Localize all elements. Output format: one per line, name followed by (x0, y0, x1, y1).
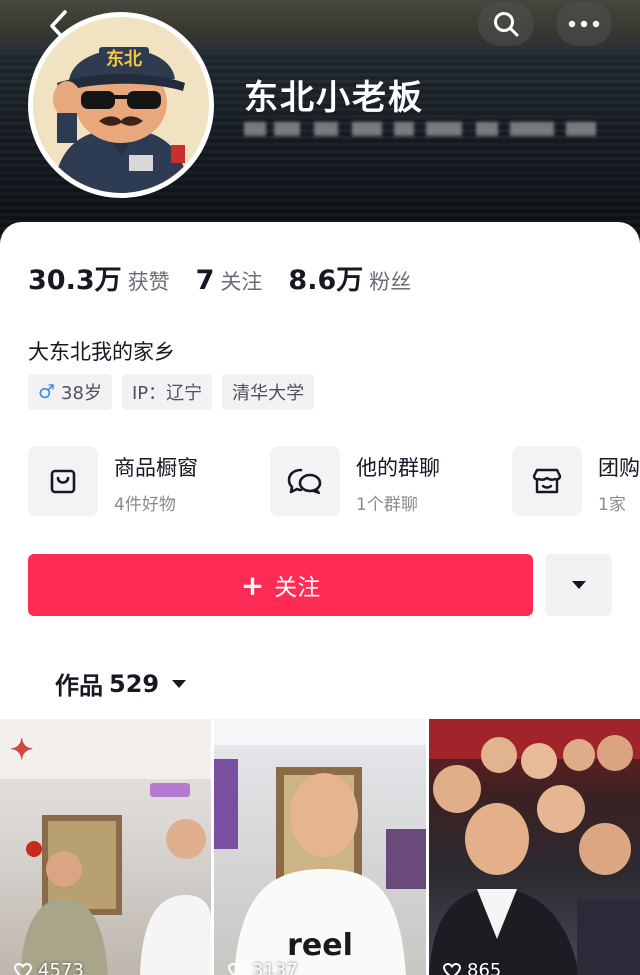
avatar[interactable]: 东北 (28, 12, 214, 198)
like-count: 865 (467, 960, 502, 975)
video-cover-image: reel (214, 719, 426, 975)
following-label: 关注 (220, 270, 263, 294)
services-row: 商品橱窗 4件好物 他的群聊 1个群聊 团购 1家 (28, 446, 640, 520)
works-label: 作品 (55, 672, 103, 700)
service-subtitle: 4件好物 (114, 495, 176, 515)
service-group-buy[interactable]: 团购 1家 (512, 446, 640, 518)
like-count-row: 4573 (14, 960, 84, 975)
likes-count[interactable]: 30.3万 (28, 258, 122, 297)
caret-down-icon (571, 581, 586, 589)
service-title: 商品橱窗 (114, 456, 198, 480)
like-count-row: 3137 (228, 960, 298, 975)
store-icon (532, 468, 562, 494)
caret-down-icon (172, 679, 187, 688)
recommend-dropdown-button[interactable] (545, 554, 612, 616)
followers-count[interactable]: 8.6万 (288, 258, 363, 297)
service-title: 团购 (598, 456, 640, 480)
search-button[interactable] (478, 2, 534, 46)
profile-stats: 30.3万 获赞 7 关注 8.6万 粉丝 (28, 258, 437, 297)
video-cover-image (429, 719, 640, 975)
school-tag[interactable]: 清华大学 (222, 374, 315, 410)
svg-text:reel: reel (287, 928, 353, 963)
like-count: 4573 (38, 960, 84, 975)
profile-nickname: 东北小老板 (244, 78, 424, 118)
profile-bio: 大东北我的家乡 (28, 340, 175, 364)
cartoon-avatar-image: 东北 (33, 17, 209, 193)
like-count-row: 865 (443, 960, 501, 975)
video-thumbnail[interactable]: ✦ 4573 (0, 719, 211, 975)
svg-text:✦: ✦ (10, 733, 33, 766)
likes-label: 获赞 (127, 270, 170, 294)
search-icon (494, 12, 519, 37)
video-thumbnail[interactable]: reel 3137 (214, 719, 426, 975)
heart-icon (14, 962, 32, 975)
works-count: 529 (109, 669, 160, 698)
follow-button-label: 关注 (274, 575, 321, 601)
user-id-redacted (244, 118, 614, 142)
more-dots-icon (568, 20, 600, 28)
plus-icon: + (240, 568, 265, 602)
video-thumbnail[interactable]: 865 (429, 719, 640, 975)
ip-location-tag: IP：辽宁 (121, 374, 213, 410)
chat-bubbles-icon (287, 468, 322, 495)
tab-works[interactable]: 作品 529 (55, 666, 187, 701)
service-subtitle: 1个群聊 (356, 495, 418, 515)
heart-icon (443, 962, 461, 975)
heart-icon (228, 962, 246, 975)
gender-age-tag: ♂ 38岁 (28, 374, 112, 410)
service-subtitle: 1家 (598, 495, 626, 515)
follow-button[interactable]: + 关注 (28, 554, 533, 616)
male-icon: ♂ (38, 381, 56, 403)
like-count: 3137 (252, 960, 298, 975)
service-group-chat[interactable]: 他的群聊 1个群聊 (270, 446, 440, 518)
works-grid: ✦ 4573 reel 3137 865 (0, 719, 640, 975)
followers-label: 粉丝 (369, 270, 412, 294)
age-text: 38岁 (61, 383, 102, 404)
profile-banner: 东北 东北小老板 (0, 0, 640, 250)
service-title: 他的群聊 (356, 456, 440, 480)
profile-tags: ♂ 38岁 IP：辽宁 清华大学 (28, 374, 315, 410)
following-count[interactable]: 7 (196, 265, 215, 296)
shopping-bag-icon (50, 469, 76, 494)
more-button[interactable] (556, 2, 612, 46)
avatar-cap-text: 东北 (106, 48, 142, 70)
video-cover-image: ✦ (0, 719, 211, 975)
service-shop-window[interactable]: 商品橱窗 4件好物 (28, 446, 198, 518)
